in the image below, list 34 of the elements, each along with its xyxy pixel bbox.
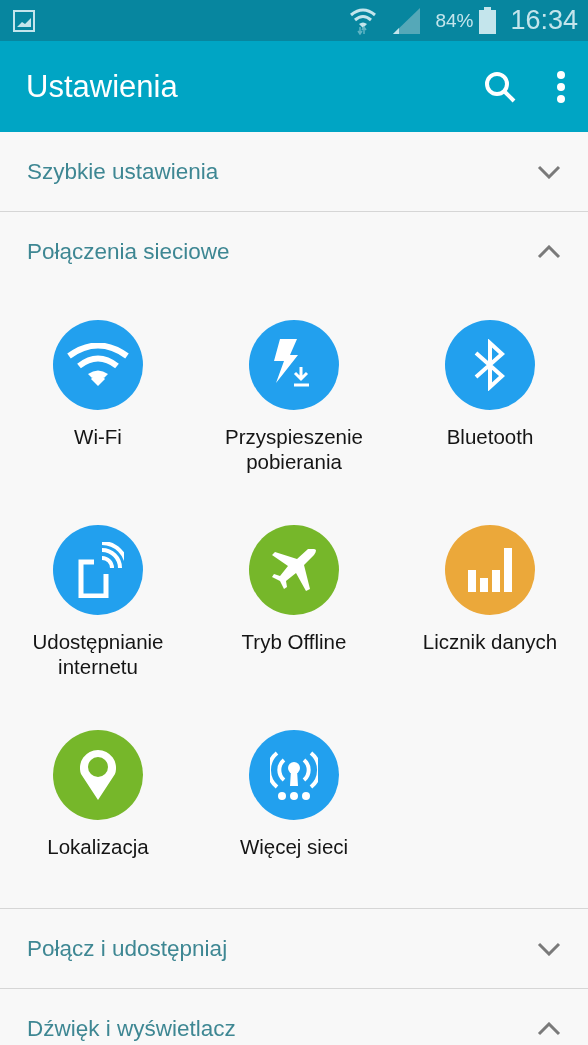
section-title: Szybkie ustawienia <box>27 158 220 185</box>
battery-percentage: 84% <box>435 9 474 32</box>
battery-icon <box>479 7 497 34</box>
setting-label: Licznik danych <box>422 629 558 654</box>
setting-label: Bluetooth <box>446 424 534 449</box>
collapse-chevron-icon[interactable] <box>537 1021 561 1036</box>
setting-label: Wi-Fi <box>74 424 122 449</box>
section-header[interactable]: Połączenia sieciowe <box>0 212 588 291</box>
setting-label: Tryb Offline <box>241 629 347 654</box>
section-header[interactable]: Połącz i udostępniaj <box>0 909 588 989</box>
more-options-button[interactable] <box>556 70 566 103</box>
section-title: Połączenia sieciowe <box>27 238 231 265</box>
expand-chevron-icon[interactable] <box>537 164 561 179</box>
section-title: Dźwięk i wyświetlacz <box>27 1015 237 1042</box>
location-pin-icon <box>80 750 116 800</box>
setting-label: Udostępnianie internetu <box>31 629 165 679</box>
gallery-icon <box>13 9 35 32</box>
wifi-icon <box>349 6 378 35</box>
setting-label: Więcej sieci <box>239 834 349 859</box>
signal-bars-icon <box>468 548 512 592</box>
section-header[interactable]: Szybkie ustawienia <box>0 132 588 212</box>
setting-label: Lokalizacja <box>47 834 149 859</box>
section-header[interactable]: Dźwięk i wyświetlacz <box>0 989 588 1045</box>
antenna-icon <box>270 750 318 800</box>
section-title: Połącz i udostępniaj <box>27 935 229 962</box>
clock-time: 16:34 <box>510 5 578 36</box>
wifi-icon <box>66 343 130 387</box>
collapse-chevron-icon[interactable] <box>537 244 561 259</box>
screen-title: Ustawienia <box>26 68 179 105</box>
signal-icon <box>393 7 422 34</box>
setting-label: Przyspieszenie pobierania <box>224 424 364 474</box>
search-button[interactable] <box>484 70 516 103</box>
expand-chevron-icon[interactable] <box>537 941 561 956</box>
airplane-icon <box>270 547 318 593</box>
